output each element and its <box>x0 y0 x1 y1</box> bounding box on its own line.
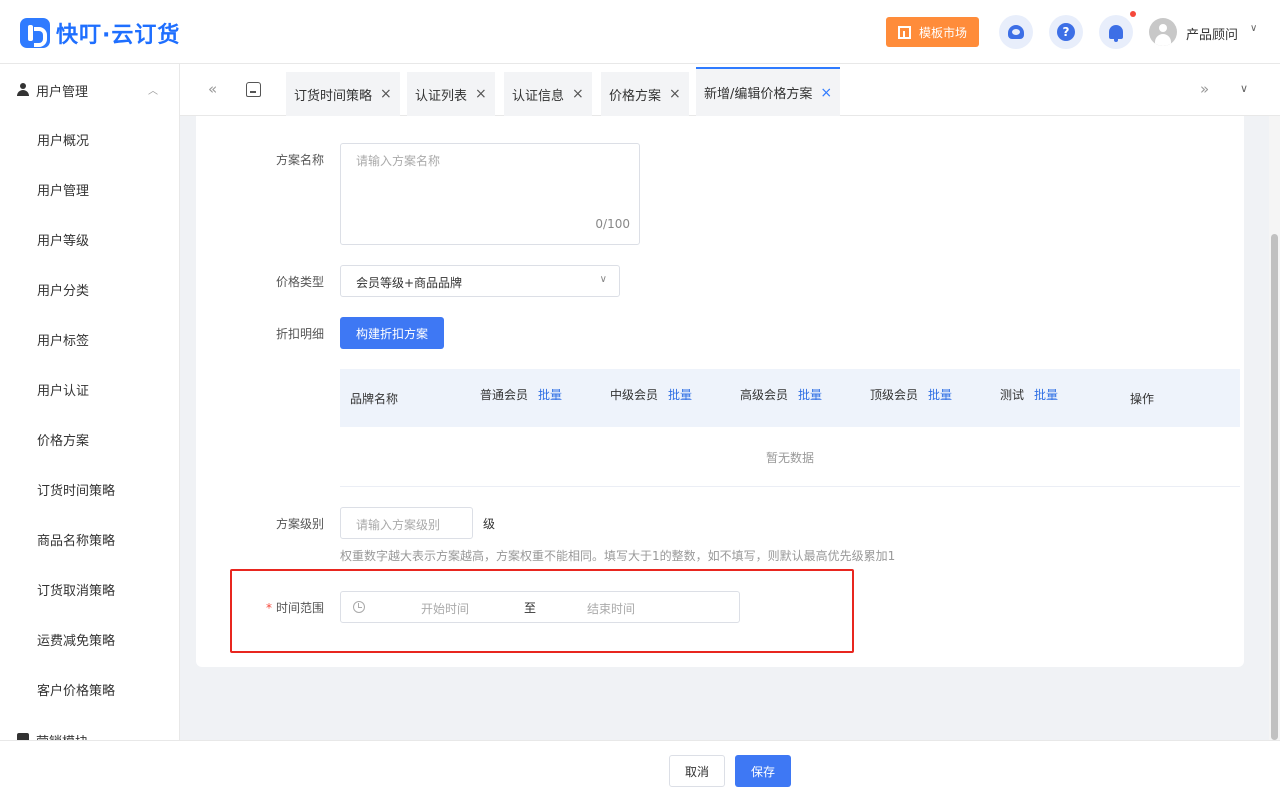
sidebar-item-user-category[interactable]: 用户分类 <box>37 280 89 299</box>
selected-value: 会员等级+商品品牌 <box>356 276 463 290</box>
scrollbar-thumb[interactable] <box>1271 234 1278 740</box>
column-top-member: 顶级会员 批量 <box>870 386 952 403</box>
avatar[interactable] <box>1149 18 1177 46</box>
logo-icon <box>20 18 50 48</box>
close-icon[interactable]: × <box>820 85 832 101</box>
tab-label: 新增/编辑价格方案 <box>704 87 813 102</box>
plan-name-input[interactable]: 请输入方案名称 0/100 <box>340 143 640 245</box>
chevron-down-icon[interactable]: ∨ <box>1250 23 1257 34</box>
empty-state-text: 暂无数据 <box>765 451 814 465</box>
column-label: 中级会员 <box>610 388 659 402</box>
column-mid-member: 中级会员 批量 <box>610 386 692 403</box>
tab-verification-info[interactable]: 认证信息 × <box>504 72 592 116</box>
column-senior-member: 高级会员 批量 <box>740 386 822 403</box>
customer-service-button[interactable] <box>999 15 1033 49</box>
char-count: 0/100 <box>595 217 630 231</box>
marketing-icon <box>17 733 29 740</box>
sidebar-group-label: 用户管理 <box>36 85 89 100</box>
plan-level-input[interactable]: 请输入方案级别 <box>340 507 473 539</box>
sidebar-item-customer-price-policy[interactable]: 客户价格策略 <box>37 680 115 699</box>
chevron-up-icon: ︿ <box>148 86 158 97</box>
discount-detail-label: 折扣明细 <box>275 327 324 341</box>
sidebar-item-price-plan[interactable]: 价格方案 <box>37 430 89 449</box>
tabs-bar: « 订货时间策略 × 认证列表 × 认证信息 × 价格方案 × 新增/编辑价格方… <box>180 64 1280 116</box>
column-label: 高级会员 <box>740 388 789 402</box>
batch-link[interactable]: 批量 <box>1034 388 1058 402</box>
price-type-select[interactable]: 会员等级+商品品牌 ∨ <box>340 265 620 297</box>
top-header: 快叮·云订货 模板市场 ? 产品顾问 ∨ <box>0 0 1280 64</box>
level-hint: 权重数字越大表示方案越高，方案权重不能相同。填写大于1的整数，如不填写，则默认最… <box>340 549 896 563</box>
customer-service-icon <box>1008 25 1024 39</box>
column-brand-name: 品牌名称 <box>350 392 399 406</box>
price-type-label: 价格类型 <box>275 275 324 289</box>
app-logo[interactable]: 快叮·云订货 <box>20 17 180 49</box>
discount-table-header: 品牌名称 普通会员 批量 中级会员 批量 高级会员 批量 顶级会员 批量 测试 批量 操作 <box>340 369 1240 427</box>
cancel-button[interactable]: 取消 <box>669 755 725 787</box>
plan-name-label: 方案名称 <box>275 153 324 167</box>
tab-label: 价格方案 <box>609 88 662 104</box>
template-market-button[interactable]: 模板市场 <box>886 17 979 47</box>
sidebar-item-order-cancel-policy[interactable]: 订货取消策略 <box>37 580 115 599</box>
build-discount-plan-button[interactable]: 构建折扣方案 <box>340 317 444 349</box>
sidebar-group-marketing[interactable]: 营销模块 <box>0 726 179 740</box>
placeholder: 请输入方案名称 <box>356 154 441 168</box>
tab-label: 订货时间策略 <box>294 88 373 104</box>
chevron-down-icon: ∨ <box>599 274 607 285</box>
tabs-dropdown-icon[interactable]: ∨ <box>1240 82 1248 95</box>
sidebar-group-user-management[interactable]: 用户管理 ︿ <box>0 64 179 114</box>
sidebar-item-user-management[interactable]: 用户管理 <box>37 180 89 199</box>
help-button[interactable]: ? <box>1049 15 1083 49</box>
column-actions: 操作 <box>1130 392 1155 406</box>
batch-link[interactable]: 批量 <box>668 388 692 402</box>
sidebar-item-user-level[interactable]: 用户等级 <box>37 230 89 249</box>
logo-text: 快叮·云订货 <box>56 23 181 48</box>
close-icon[interactable]: × <box>669 86 681 102</box>
batch-link[interactable]: 批量 <box>538 388 562 402</box>
batch-link[interactable]: 批量 <box>798 388 822 402</box>
tab-label: 认证信息 <box>512 88 565 104</box>
column-regular-member: 普通会员 批量 <box>480 386 562 403</box>
tab-order-time-policy[interactable]: 订货时间策略 × <box>286 72 400 116</box>
sidebar-item-product-name-policy[interactable]: 商品名称策略 <box>37 530 115 549</box>
column-label: 普通会员 <box>480 388 529 402</box>
tab-verification-list[interactable]: 认证列表 × <box>407 72 495 116</box>
scrollbar[interactable] <box>1269 116 1280 740</box>
notification-button[interactable] <box>1099 15 1133 49</box>
plan-level-label: 方案级别 <box>275 517 324 531</box>
sidebar-group-label: 营销模块 <box>36 731 88 740</box>
tab-edit-price-plan[interactable]: 新增/编辑价格方案 × <box>696 67 841 116</box>
sidebar-item-user-tag[interactable]: 用户标签 <box>37 330 89 349</box>
close-icon[interactable]: × <box>475 86 487 102</box>
sidebar-item-user-overview[interactable]: 用户概况 <box>37 130 89 149</box>
help-icon: ? <box>1057 23 1075 41</box>
column-label: 测试 <box>1000 388 1025 402</box>
tabs-scroll-right-icon[interactable]: » <box>1200 80 1209 98</box>
user-name[interactable]: 产品顾问 <box>1186 24 1238 43</box>
tab-price-plan[interactable]: 价格方案 × <box>601 72 689 116</box>
sidebar: 用户管理 ︿ 用户概况 用户管理 用户等级 用户分类 用户标签 用户认证 价格方… <box>0 64 180 740</box>
bell-icon <box>1109 25 1123 42</box>
level-unit: 级 <box>483 517 496 531</box>
sidebar-item-order-time-policy[interactable]: 订货时间策略 <box>37 480 115 499</box>
notification-dot <box>1130 11 1136 17</box>
save-button[interactable]: 保存 <box>735 755 791 787</box>
sidebar-item-shipping-discount-policy[interactable]: 运费减免策略 <box>37 630 115 649</box>
batch-link[interactable]: 批量 <box>928 388 952 402</box>
tab-label: 认证列表 <box>415 88 468 104</box>
close-icon[interactable]: × <box>380 86 392 102</box>
footer-bar: 取消 保存 <box>0 740 1280 800</box>
column-test: 测试 批量 <box>1000 386 1058 403</box>
highlight-annotation-box <box>230 569 854 653</box>
template-market-label: 模板市场 <box>918 25 967 40</box>
close-icon[interactable]: × <box>572 86 584 102</box>
sidebar-item-user-verification[interactable]: 用户认证 <box>37 380 89 399</box>
home-icon[interactable] <box>246 82 261 97</box>
user-icon <box>17 83 29 96</box>
discount-table-body: 暂无数据 <box>340 427 1240 487</box>
column-label: 顶级会员 <box>870 388 919 402</box>
placeholder: 请输入方案级别 <box>356 518 441 532</box>
tabs-scroll-left-icon[interactable]: « <box>208 80 217 98</box>
template-icon <box>897 25 911 39</box>
